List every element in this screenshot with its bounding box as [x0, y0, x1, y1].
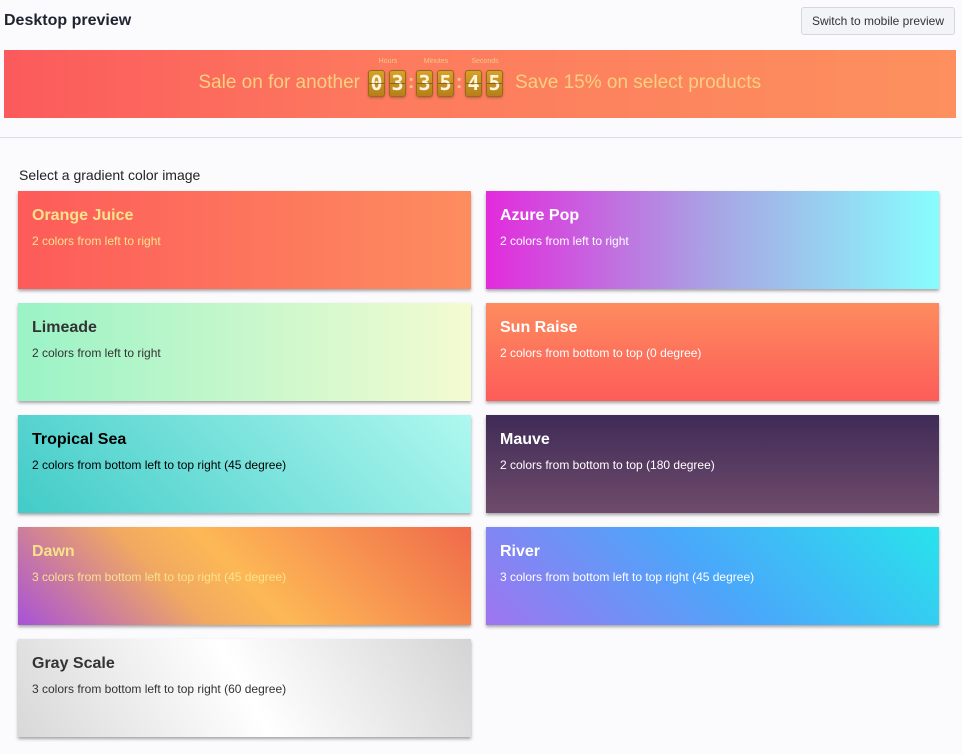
- minutes-label: Minutes: [423, 58, 449, 65]
- gradient-name: Sun Raise: [500, 319, 578, 336]
- gradient-option-gray-scale[interactable]: Gray Scale 3 colors from bottom left to …: [18, 639, 471, 737]
- gradient-description: 2 colors from bottom left to top right (…: [32, 458, 287, 472]
- gradient-option-limeade[interactable]: Limeade 2 colors from left to right: [18, 303, 471, 401]
- gradient-description: 2 colors from bottom to top (180 degree): [500, 458, 715, 472]
- sale-offer-text: Save 15% on select products: [515, 72, 762, 93]
- gradient-option-dawn[interactable]: Dawn 3 colors from bottom left to top ri…: [18, 527, 471, 625]
- gradient-name: Tropical Sea: [32, 431, 127, 448]
- countdown-separator: :: [456, 72, 463, 93]
- gradient-name: Orange Juice: [32, 207, 134, 224]
- minutes-digit-tens: 3: [416, 70, 433, 97]
- gradient-description: 3 colors from bottom left to top right (…: [32, 570, 287, 584]
- minutes-digit-ones: 5: [437, 70, 454, 97]
- gradient-select-prompt: Select a gradient color image: [19, 167, 201, 183]
- countdown-separator: :: [408, 72, 415, 93]
- gradient-name: Limeade: [32, 319, 97, 336]
- hours-label: Hours: [378, 58, 398, 65]
- gradient-description: 3 colors from bottom left to top right (…: [32, 682, 287, 696]
- hours-digit-ones: 3: [389, 70, 406, 97]
- gradient-description: 2 colors from left to right: [32, 234, 161, 248]
- gradient-name: River: [500, 543, 541, 560]
- gradient-description: 2 colors from left to right: [32, 346, 161, 360]
- hours-digit-tens: 0: [368, 70, 385, 97]
- gradient-description: 2 colors from left to right: [500, 234, 629, 248]
- gradient-option-tropical-sea[interactable]: Tropical Sea 2 colors from bottom left t…: [18, 415, 471, 513]
- gradient-description: 2 colors from bottom to top (0 degree): [500, 346, 702, 360]
- seconds-digit-ones: 5: [486, 70, 503, 97]
- seconds-digit-tens: 4: [465, 70, 482, 97]
- gradient-option-sun-raise[interactable]: Sun Raise 2 colors from bottom to top (0…: [486, 303, 939, 401]
- sale-banner: Sale on for another Hours Minutes Second…: [4, 50, 956, 118]
- gradient-option-river[interactable]: River 3 colors from bottom left to top r…: [486, 527, 939, 625]
- gradient-name: Dawn: [32, 543, 75, 560]
- gradient-option-azure-pop[interactable]: Azure Pop 2 colors from left to right: [486, 191, 939, 289]
- gradient-option-orange-juice[interactable]: Orange Juice 2 colors from left to right: [18, 191, 471, 289]
- seconds-label: Seconds: [471, 58, 499, 65]
- gradient-name: Mauve: [500, 431, 550, 448]
- page-title: Desktop preview: [4, 12, 132, 29]
- sale-lead-text: Sale on for another: [198, 72, 360, 93]
- gradient-grid: Orange Juice 2 colors from left to right…: [18, 191, 941, 741]
- gradient-name: Gray Scale: [32, 655, 115, 672]
- switch-to-mobile-button[interactable]: Switch to mobile preview: [801, 7, 955, 35]
- gradient-description: 3 colors from bottom left to top right (…: [500, 570, 755, 584]
- top-bar: Desktop preview Switch to mobile preview: [0, 0, 962, 44]
- section-divider: [0, 137, 962, 138]
- gradient-option-mauve[interactable]: Mauve 2 colors from bottom to top (180 d…: [486, 415, 939, 513]
- gradient-name: Azure Pop: [500, 207, 580, 224]
